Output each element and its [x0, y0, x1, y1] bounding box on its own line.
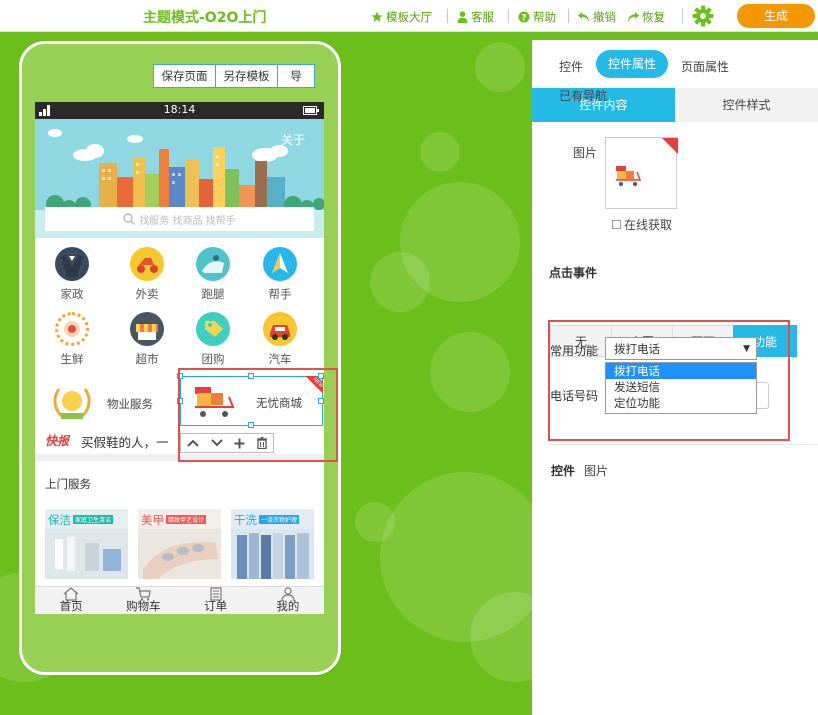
clock: 18:14	[163, 103, 196, 116]
mall-thumbnail	[616, 138, 678, 186]
service-card[interactable]: 干洗 一流衣物护理	[231, 509, 314, 579]
service-link[interactable]: 客服	[457, 9, 494, 25]
grid-item[interactable]: 跑腿	[183, 247, 243, 302]
laurel-badge-icon	[53, 388, 91, 419]
top-toolbar: 主题模式-O2O上门 模板大厅 客服 ? 帮助 撤销 恢复 生成	[0, 0, 818, 32]
divider	[447, 9, 448, 23]
battery-icon	[303, 106, 319, 115]
scooter-icon	[130, 247, 164, 281]
tab-widgets[interactable]: 控件	[559, 58, 583, 75]
highlight-box	[548, 320, 790, 441]
sub-tabs: 控件内容 已有导航 控件样式	[532, 88, 818, 122]
background-bubble	[420, 132, 460, 172]
export-button[interactable]: 导	[278, 65, 314, 87]
banner-image[interactable]: 关于 找服务 找商品 找帮手	[35, 119, 324, 238]
property-service-label[interactable]: 物业服务	[107, 396, 153, 412]
overlay-hint: 已有导航	[559, 89, 608, 103]
image-label: 图片	[573, 146, 598, 160]
service-tag: 精致甲艺设计	[166, 515, 207, 524]
cleaning-photo	[45, 529, 128, 579]
service-tag: 一流衣物护理	[259, 515, 300, 524]
image-preview[interactable]	[605, 137, 678, 209]
service-tag: 家庭卫生清洁	[73, 515, 114, 524]
tab-page-properties[interactable]: 页面属性	[681, 58, 729, 75]
help-icon: ?	[518, 11, 530, 23]
section-title: 上门服务	[45, 477, 91, 491]
news-badge: 快报	[45, 434, 70, 448]
phone-screen: 18:14 关于 找服务 找商品 找帮手 家政 外卖 跑腿 帮手 生鲜 超市 团…	[35, 102, 324, 614]
star-icon	[371, 11, 383, 22]
paper-plane-icon	[263, 247, 297, 281]
divider	[508, 9, 509, 23]
grid-item[interactable]: 外卖	[117, 247, 177, 302]
phone-toolbar: 保存页面 另存模板 导	[153, 64, 315, 88]
background-bubble	[355, 502, 395, 542]
grid-item[interactable]: 汽车	[250, 312, 310, 367]
dry-cleaning-photo	[231, 529, 314, 579]
checkbox[interactable]	[612, 220, 621, 229]
suit-icon	[55, 247, 89, 281]
redo-link[interactable]: 恢复	[627, 9, 665, 25]
divider	[682, 9, 683, 23]
news-text[interactable]: 买假鞋的人，一	[81, 432, 169, 451]
service-title: 美甲	[141, 513, 164, 527]
save-page-button[interactable]: 保存页面	[154, 65, 216, 87]
bottom-nav: 首页 购物车 订单 我的	[35, 586, 324, 614]
nav-home[interactable]: 首页	[35, 587, 107, 614]
grid-item[interactable]: 生鲜	[42, 312, 102, 367]
search-input[interactable]: 找服务 找商品 找帮手	[45, 207, 314, 231]
tag-icon	[196, 312, 230, 346]
tab-widget-properties[interactable]: 控件属性	[596, 50, 668, 78]
nav-profile[interactable]: 我的	[252, 587, 324, 614]
page-title: 主题模式-O2O上门	[143, 10, 267, 26]
undo-icon	[578, 11, 589, 22]
car-icon	[263, 312, 297, 346]
runner-icon	[196, 247, 230, 281]
footer-widget-label: 控件	[551, 464, 576, 478]
user-icon	[457, 11, 468, 23]
nav-cart[interactable]: 购物车	[107, 587, 179, 614]
service-title: 保洁	[48, 513, 71, 527]
background-bubble	[370, 252, 430, 312]
status-bar: 18:14	[35, 102, 324, 119]
background-bubble	[430, 332, 510, 412]
manicure-photo	[138, 529, 221, 579]
grid-item[interactable]: 超市	[117, 312, 177, 367]
help-link[interactable]: ? 帮助	[518, 9, 556, 25]
search-icon	[123, 213, 136, 225]
store-icon	[130, 312, 164, 346]
grid-item[interactable]: 家政	[42, 247, 102, 302]
service-card[interactable]: 美甲 精致甲艺设计	[138, 509, 221, 579]
footer-widget-value: 图片	[584, 464, 609, 478]
divider	[568, 9, 569, 23]
panel-divider	[548, 444, 818, 445]
template-hall-link[interactable]: 模板大厅	[371, 9, 432, 25]
online-fetch-checkbox[interactable]: 在线获取	[612, 216, 672, 233]
nav-orders[interactable]: 订单	[180, 587, 252, 614]
service-card[interactable]: 保洁 家庭卫生清洁	[45, 509, 128, 579]
gear-icon	[692, 5, 714, 27]
fruit-icon	[55, 312, 89, 346]
panel-tabs: 控件 控件属性 页面属性	[532, 50, 818, 80]
redo-icon	[628, 11, 639, 22]
grid-item[interactable]: 帮手	[250, 247, 310, 302]
grid-item[interactable]: 团购	[183, 312, 243, 367]
click-event-label: 点击事件	[549, 266, 598, 280]
generate-button[interactable]: 生成	[737, 4, 815, 28]
tab-widget-content[interactable]: 控件内容 已有导航	[532, 88, 675, 122]
about-link[interactable]: 关于	[281, 131, 305, 148]
background-bubble	[475, 42, 525, 92]
save-as-template-button[interactable]: 另存模板	[216, 65, 278, 87]
settings-button[interactable]	[692, 5, 714, 30]
highlight-box	[178, 368, 338, 462]
undo-link[interactable]: 撤销	[578, 9, 616, 25]
service-title: 干洗	[234, 513, 257, 527]
svg-text:?: ?	[521, 14, 526, 24]
tab-widget-style[interactable]: 控件样式	[675, 88, 818, 122]
